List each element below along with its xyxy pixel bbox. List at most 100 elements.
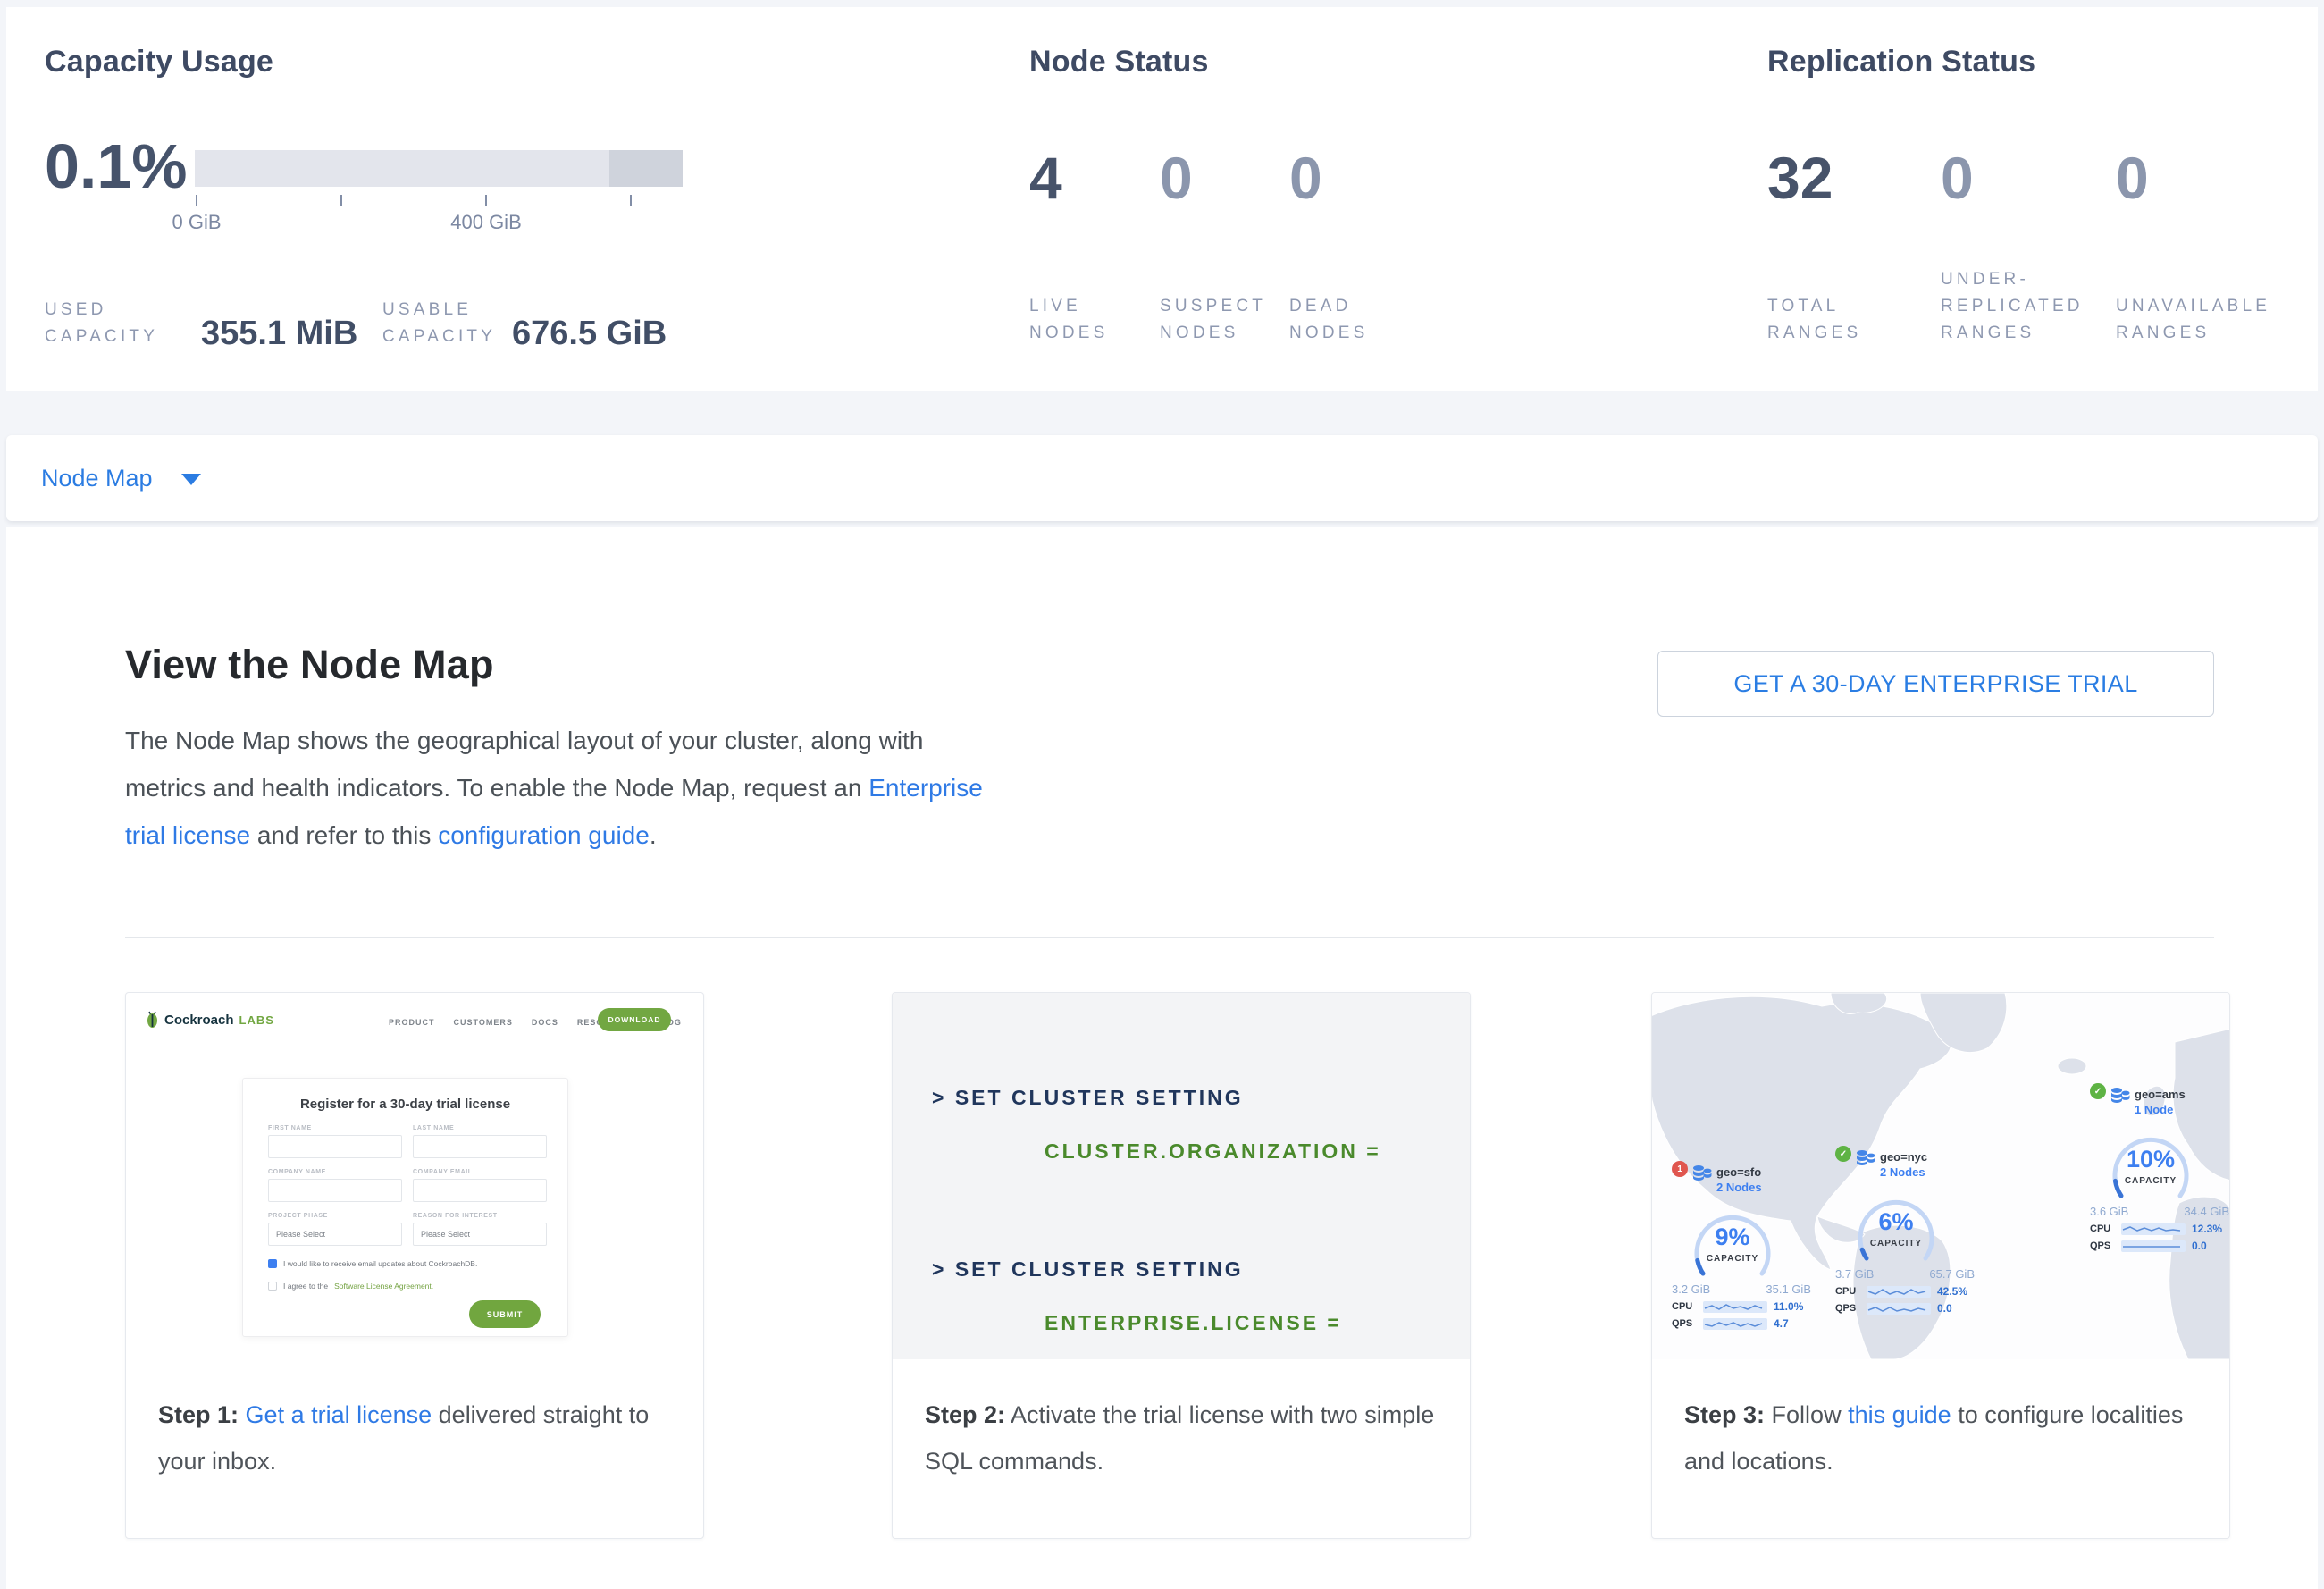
step-number: Step 3: bbox=[1684, 1401, 1765, 1428]
company-email-field bbox=[413, 1179, 547, 1202]
world-map: 1 geo=sfo 2 Nodes bbox=[1652, 993, 2229, 1359]
field-label: COMPANY EMAIL bbox=[413, 1169, 473, 1175]
capacity-tick-label: 0 GiB bbox=[125, 211, 268, 234]
sql-line: ENTERPRISE.LICENSE = bbox=[1045, 1311, 1342, 1335]
step2-sql-illustration: > SET CLUSTER SETTING CLUSTER.ORGANIZATI… bbox=[893, 993, 1470, 1359]
geo-node-nyc: geo=nyc 2 Nodes 6% CAPACITY 3.7 GiB bbox=[1835, 1149, 1975, 1315]
node-map-dropdown[interactable]: Node Map bbox=[6, 435, 2318, 521]
live-nodes-label: LIVE NODES bbox=[1029, 293, 1108, 347]
under-replicated-label: UNDER- REPLICATED RANGES bbox=[1941, 266, 2084, 347]
sql-code-background: > SET CLUSTER SETTING CLUSTER.ORGANIZATI… bbox=[893, 993, 1470, 1359]
qps-sparkline bbox=[2121, 1240, 2186, 1252]
field-label: COMPANY NAME bbox=[268, 1169, 326, 1175]
capacity-bar-reserved-segment bbox=[609, 150, 683, 187]
cpu-metric: CPU 12.3% bbox=[2090, 1223, 2229, 1235]
field-label: LAST NAME bbox=[413, 1125, 454, 1131]
locality-name: geo=sfo bbox=[1716, 1164, 1762, 1180]
field-label: FIRST NAME bbox=[268, 1125, 312, 1131]
healthy-badge-icon bbox=[1835, 1146, 1851, 1162]
nav-item: DOCS bbox=[532, 1018, 558, 1027]
email-updates-checkbox-row: I would like to receive email updates ab… bbox=[268, 1259, 477, 1268]
database-icon bbox=[2110, 1087, 2130, 1105]
live-nodes-count: 4 bbox=[1029, 148, 1062, 207]
locality-node-count: 2 Nodes bbox=[1716, 1180, 1762, 1195]
capacity-percent: 9% bbox=[1681, 1223, 1784, 1251]
usable-capacity-value: 676.5 GiB bbox=[512, 315, 667, 353]
node-map-empty-state: View the Node Map The Node Map shows the… bbox=[6, 527, 2318, 1589]
locality-node-count: 2 Nodes bbox=[1880, 1164, 1927, 1180]
suspect-nodes-label: SUSPECT NODES bbox=[1160, 293, 1266, 347]
configuration-guide-link[interactable]: configuration guide bbox=[438, 821, 650, 849]
field-label: PROJECT PHASE bbox=[268, 1213, 328, 1219]
capacity-bar bbox=[195, 150, 683, 187]
capacity-percent: 0.1% bbox=[45, 130, 188, 202]
company-name-field bbox=[268, 1179, 402, 1202]
usable-capacity-label: USABLE CAPACITY bbox=[382, 297, 496, 350]
under-replicated-count: 0 bbox=[1941, 148, 1974, 207]
first-name-field bbox=[268, 1135, 402, 1158]
qps-metric: QPS 4.7 bbox=[1672, 1317, 1811, 1330]
get-trial-license-link[interactable]: Get a trial license bbox=[246, 1401, 432, 1428]
hero-text: The Node Map shows the geographical layo… bbox=[125, 727, 923, 802]
capacity-range: 3.7 GiB 65.7 GiB bbox=[1835, 1267, 1975, 1281]
replication-status-title: Replication Status bbox=[1767, 45, 2035, 80]
hero-text: and refer to this bbox=[257, 821, 432, 849]
form-title: Register for a 30-day trial license bbox=[243, 1097, 567, 1112]
total-ranges-count: 32 bbox=[1767, 148, 1833, 207]
this-guide-link[interactable]: this guide bbox=[1848, 1401, 1951, 1428]
geo-node-sfo: 1 geo=sfo 2 Nodes bbox=[1672, 1164, 1811, 1330]
step3-map-illustration: 1 geo=sfo 2 Nodes bbox=[1652, 993, 2229, 1359]
capacity-gauge: 9% CAPACITY bbox=[1681, 1204, 1784, 1281]
nav-item: PRODUCT bbox=[389, 1018, 435, 1027]
checkbox-checked-icon bbox=[268, 1259, 277, 1268]
capacity-range: 3.6 GiB 34.4 GiB bbox=[2090, 1205, 2229, 1218]
step1-card: Cockroach LABS PRODUCT CUSTOMERS DOCS RE… bbox=[125, 992, 704, 1539]
mini-submit-button: SUBMIT bbox=[469, 1300, 541, 1328]
cluster-summary-panel: Capacity Usage 0.1% 0 GiB 400 GiB USED C… bbox=[6, 7, 2318, 391]
dead-nodes-label: DEAD NODES bbox=[1289, 293, 1368, 347]
page-title: View the Node Map bbox=[125, 642, 494, 688]
hero-text: . bbox=[650, 821, 657, 849]
step2-card: > SET CLUSTER SETTING CLUSTER.ORGANIZATI… bbox=[892, 992, 1471, 1539]
step1-caption: Step 1: Get a trial license delivered st… bbox=[126, 1359, 703, 1484]
section-divider bbox=[125, 937, 2214, 938]
project-phase-select: Please Select bbox=[268, 1223, 402, 1246]
step1-screenshot: Cockroach LABS PRODUCT CUSTOMERS DOCS RE… bbox=[126, 993, 703, 1359]
capacity-percent: 10% bbox=[2099, 1146, 2202, 1173]
locality-node-count: 1 Node bbox=[2135, 1102, 2186, 1117]
capacity-tick bbox=[340, 195, 342, 206]
step-number: Step 2: bbox=[925, 1401, 1005, 1428]
total-ranges-label: TOTAL RANGES bbox=[1767, 293, 1861, 347]
capacity-usage-title: Capacity Usage bbox=[45, 45, 273, 80]
qps-metric: QPS 0.0 bbox=[1835, 1302, 1975, 1315]
capacity-tick bbox=[196, 195, 197, 206]
capacity-range: 3.2 GiB 35.1 GiB bbox=[1672, 1282, 1811, 1296]
reason-select: Please Select bbox=[413, 1223, 547, 1246]
sql-line: > SET CLUSTER SETTING bbox=[932, 1257, 1244, 1282]
step3-card: 1 geo=sfo 2 Nodes bbox=[1651, 992, 2230, 1539]
license-agreement-checkbox-row: I agree to the Software License Agreemen… bbox=[268, 1282, 433, 1291]
cockroach-bug-icon bbox=[146, 1011, 159, 1029]
checkbox-empty-icon bbox=[268, 1282, 277, 1291]
trial-license-form: Register for a 30-day trial license FIRS… bbox=[242, 1078, 568, 1337]
capacity-gauge: 10% CAPACITY bbox=[2099, 1126, 2202, 1203]
sql-line: CLUSTER.ORGANIZATION = bbox=[1045, 1139, 1381, 1164]
qps-sparkline bbox=[1867, 1303, 1931, 1315]
step3-caption: Step 3: Follow this guide to configure l… bbox=[1652, 1359, 2229, 1484]
cpu-sparkline bbox=[1867, 1286, 1931, 1298]
used-capacity-label: USED CAPACITY bbox=[45, 297, 158, 350]
capacity-percent: 6% bbox=[1844, 1208, 1948, 1236]
node-status-title: Node Status bbox=[1029, 45, 1209, 80]
cpu-sparkline bbox=[2121, 1223, 2186, 1235]
healthy-badge-icon bbox=[2090, 1083, 2106, 1099]
capacity-tick-label: 400 GiB bbox=[415, 211, 558, 234]
capacity-tick bbox=[485, 195, 487, 206]
locality-name: geo=nyc bbox=[1880, 1149, 1927, 1164]
last-name-field bbox=[413, 1135, 547, 1158]
get-enterprise-trial-button[interactable]: GET A 30-DAY ENTERPRISE TRIAL bbox=[1657, 651, 2214, 717]
nav-item: CUSTOMERS bbox=[454, 1018, 513, 1027]
step2-caption: Step 2: Activate the trial license with … bbox=[893, 1359, 1470, 1484]
node-map-dropdown-label: Node Map bbox=[41, 465, 153, 492]
cpu-metric: CPU 11.0% bbox=[1672, 1300, 1811, 1313]
software-license-link: Software License Agreement. bbox=[334, 1282, 433, 1291]
